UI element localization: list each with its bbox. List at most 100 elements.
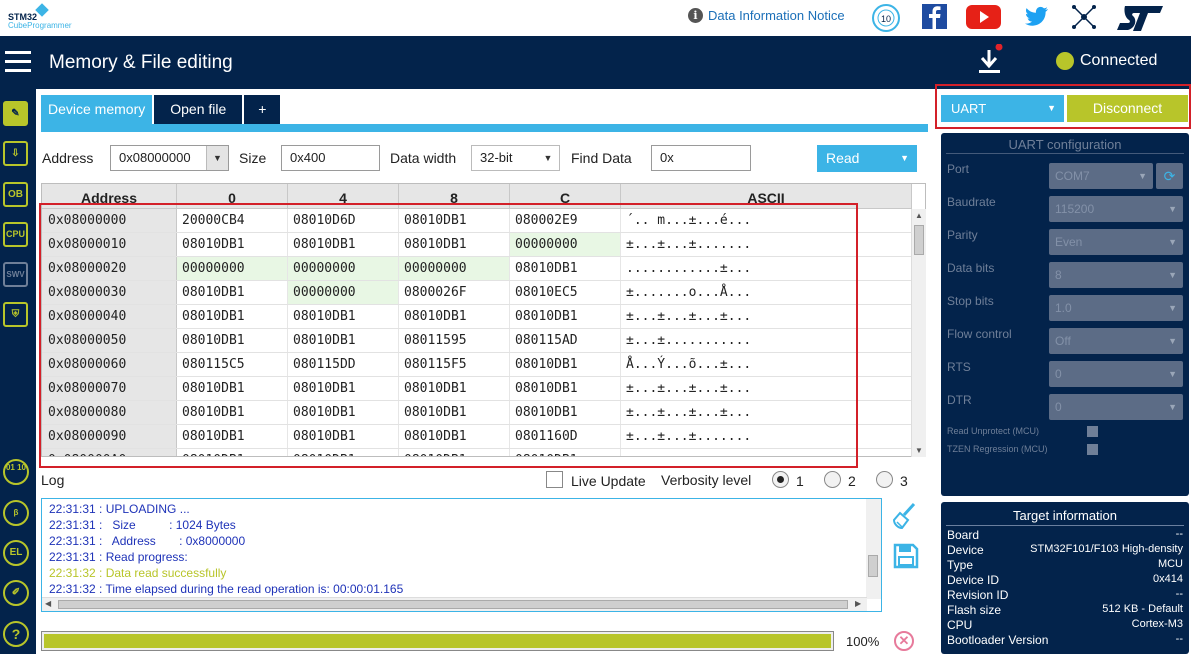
scrollbar-thumb[interactable] — [868, 555, 878, 577]
target-info-row: Flash size 512 KB - Default — [947, 603, 1183, 617]
read-button-label: Read — [826, 150, 860, 166]
read-button[interactable]: Read ▼ — [817, 145, 917, 172]
data-information-notice-link[interactable]: i Data Information Notice — [688, 8, 845, 23]
rts-label: RTS — [947, 360, 971, 374]
address-dropdown-arrow-icon[interactable]: ▼ — [206, 146, 228, 170]
size-input[interactable]: 0x400 — [281, 145, 380, 171]
parity-value: Even — [1055, 235, 1083, 249]
log-line: 22:31:31 : UPLOADING ... — [49, 502, 190, 516]
port-select[interactable]: COM7 ▼ — [1049, 163, 1153, 189]
connection-highlight-box — [935, 84, 1191, 129]
chevron-down-icon: ▼ — [1168, 369, 1177, 379]
target-info-label: Device — [947, 543, 984, 557]
connection-status: Connected — [1056, 52, 1157, 70]
tzen-regression-checkbox[interactable] — [1087, 444, 1098, 455]
target-info-row: Board -- — [947, 528, 1183, 542]
find-data-label: Find Data — [571, 150, 632, 166]
verbosity-option-1: 1 — [796, 473, 804, 489]
target-info-label: Device ID — [947, 573, 1000, 587]
beta-features-nav-icon[interactable]: β — [3, 500, 29, 526]
verbosity-radio-1[interactable] — [772, 471, 789, 488]
data-bits-value: 8 — [1055, 268, 1062, 282]
data-width-dropdown-arrow-icon[interactable]: ▼ — [537, 146, 559, 170]
log-line: 22:31:31 : Read progress: — [49, 550, 188, 564]
stm32-cubeprogrammer-logo: STM32 CubeProgrammer — [4, 3, 84, 32]
twitter-icon[interactable] — [1025, 4, 1049, 28]
refresh-ports-icon[interactable]: ⟳ — [1156, 163, 1183, 189]
baudrate-select[interactable]: 115200 ▼ — [1049, 196, 1183, 222]
rts-select[interactable]: 0 ▼ — [1049, 361, 1183, 387]
stop-bits-select[interactable]: 1.0 ▼ — [1049, 295, 1183, 321]
svg-text:10: 10 — [881, 14, 891, 24]
logo-cube-icon — [35, 3, 49, 17]
help-nav-icon[interactable]: ? — [3, 621, 29, 647]
swv-nav-icon[interactable]: SWV — [3, 262, 28, 287]
security-shield-nav-icon[interactable]: ⛨ — [3, 302, 28, 327]
flow-control-select[interactable]: Off ▼ — [1049, 328, 1183, 354]
firmware-download-icon[interactable] — [976, 44, 1004, 78]
verbosity-radio-2[interactable] — [824, 471, 841, 488]
scrollbar-thumb[interactable] — [58, 600, 848, 609]
facebook-icon[interactable] — [922, 4, 948, 30]
log-line: 22:31:31 : Size : 1024 Bytes — [49, 518, 236, 532]
scroll-up-icon[interactable]: ▲ — [915, 211, 923, 220]
tab-open-file[interactable]: Open file — [154, 95, 243, 124]
parity-select[interactable]: Even ▼ — [1049, 229, 1183, 255]
log-line: 22:31:32 : Time elapsed during the read … — [49, 582, 404, 596]
chevron-down-icon: ▼ — [1138, 171, 1147, 181]
log-horizontal-scrollbar[interactable]: ◀ ▶ — [42, 597, 867, 611]
youtube-icon[interactable] — [966, 4, 1002, 30]
chevron-down-icon: ▼ — [1168, 402, 1177, 412]
target-info-value: Cortex-M3 — [1131, 618, 1183, 630]
scroll-left-icon[interactable]: ◀ — [45, 599, 51, 608]
anniversary-badge-icon: 10 — [872, 4, 900, 32]
connection-status-label: Connected — [1080, 52, 1158, 69]
address-combobox[interactable]: 0x08000000 ▼ — [110, 145, 229, 171]
target-info-label: CPU — [947, 618, 973, 632]
scrollbar-thumb[interactable] — [914, 225, 924, 255]
cancel-operation-icon[interactable]: ✕ — [894, 631, 914, 651]
tab-device-memory[interactable]: Device memory — [41, 95, 153, 124]
data-bits-select[interactable]: 8 ▼ — [1049, 262, 1183, 288]
size-value: 0x400 — [290, 150, 326, 165]
info-icon: i — [688, 8, 703, 23]
target-info-row: Device ID 0x414 — [947, 573, 1183, 587]
target-information-panel: Target information Board -- Device STM32F1… — [941, 502, 1189, 654]
plugin-nav-icon[interactable]: ✐ — [3, 580, 29, 606]
option-bytes-nav-icon[interactable]: OB — [3, 182, 28, 207]
memory-table-scrollbar[interactable]: ▲ ▼ — [911, 209, 926, 457]
read-dropdown-arrow-icon[interactable]: ▼ — [900, 145, 909, 172]
dtr-select[interactable]: 0 ▼ — [1049, 394, 1183, 420]
data-width-label: Data width — [390, 150, 457, 166]
verbosity-radio-3[interactable] — [876, 471, 893, 488]
binary-nav-icon[interactable]: 01 10 — [3, 459, 29, 485]
memory-editing-nav-icon[interactable]: ✎ — [3, 101, 28, 126]
target-info-row: Bootloader Version -- — [947, 633, 1183, 647]
network-share-icon[interactable] — [1071, 4, 1097, 30]
external-loader-nav-icon[interactable]: EL — [3, 540, 29, 566]
live-update-checkbox[interactable] — [546, 471, 563, 488]
find-data-input[interactable]: 0x — [651, 145, 751, 171]
scroll-down-icon[interactable]: ▼ — [915, 446, 923, 455]
target-info-value: STM32F101/F103 High-density — [1030, 543, 1183, 555]
hamburger-menu-icon[interactable] — [5, 51, 31, 73]
size-label: Size — [239, 150, 267, 166]
target-info-value: -- — [1175, 588, 1183, 600]
memory-tabs: Device memory Open file + — [41, 95, 281, 124]
flow-control-value: Off — [1055, 334, 1071, 348]
save-log-icon[interactable] — [893, 543, 919, 569]
address-value: 0x08000000 — [119, 150, 191, 165]
divider — [946, 153, 1184, 154]
clear-log-broom-icon[interactable] — [892, 502, 918, 530]
erase-programming-nav-icon[interactable]: ⇩ — [3, 141, 28, 166]
tab-add-new[interactable]: + — [244, 95, 281, 124]
log-output[interactable]: 22:31:31 : UPLOADING ... 22:31:31 : Size… — [41, 498, 882, 612]
data-width-select[interactable]: 32-bit ▼ — [471, 145, 560, 171]
cpu-nav-icon[interactable]: CPU — [3, 222, 28, 247]
stop-bits-label: Stop bits — [947, 294, 994, 308]
uart-configuration-panel: UART configuration Port COM7 ▼ ⟳ Baudrate… — [941, 133, 1189, 496]
scroll-right-icon[interactable]: ▶ — [855, 599, 861, 608]
read-unprotect-checkbox[interactable] — [1087, 426, 1098, 437]
baudrate-label: Baudrate — [947, 195, 996, 209]
log-vertical-scrollbar[interactable] — [866, 499, 881, 599]
